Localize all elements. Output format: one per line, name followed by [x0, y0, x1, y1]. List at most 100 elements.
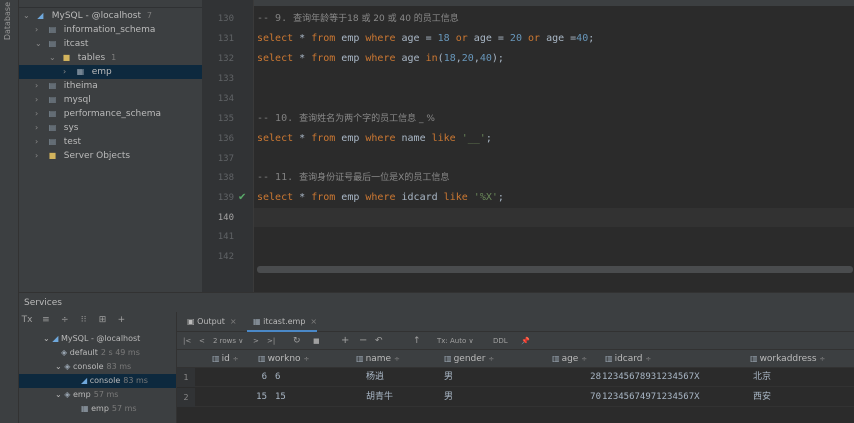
column-header-idcard[interactable]: ▥ idcard ÷ — [605, 350, 651, 368]
add-service-icon[interactable]: + — [113, 315, 129, 325]
revert-button[interactable]: ↶ — [375, 332, 383, 350]
code-line-139[interactable]: select * from emp where idcard like '%X'… — [257, 191, 504, 205]
cell-id[interactable]: 6 — [217, 368, 267, 387]
tree-node-label: MySQL - @localhost — [51, 11, 142, 21]
code-line-135[interactable]: -- 10. 查询姓名为两个字的员工信息 _ % — [257, 112, 435, 126]
chevron-down-icon[interactable]: ⌄ — [55, 362, 64, 371]
tree-node-itcast[interactable]: ⌄ ▤ itcast — [35, 37, 88, 51]
chevron-right-icon[interactable]: › — [63, 65, 72, 79]
chevron-down-icon[interactable]: ⌄ — [55, 390, 64, 399]
chevron-down-icon[interactable]: ⌄ — [49, 51, 58, 65]
table-row[interactable]: 2 15 15 胡青牛 男 70 12345674971234567X 西安 — [177, 388, 854, 407]
column-header-name[interactable]: ▥ name ÷ — [356, 350, 400, 368]
cell-idcard[interactable]: 12345678931234567X — [602, 368, 700, 387]
service-node-console-child[interactable]: ◢ console 83 ms — [19, 374, 176, 388]
first-page-button[interactable]: |< — [183, 332, 191, 350]
service-node-emp[interactable]: ⌄ ◈ emp 57 ms — [55, 388, 118, 402]
last-page-button[interactable]: >| — [267, 332, 275, 350]
close-icon[interactable]: × — [310, 317, 317, 326]
expand-all-icon[interactable]: ≡ — [38, 315, 54, 325]
database-tool-window-label[interactable]: Database — [3, 2, 15, 40]
tree-node-test[interactable]: › ▤ test — [35, 135, 81, 149]
column-header-workaddress[interactable]: ▥ workaddress ÷ — [750, 350, 825, 368]
code-line-138[interactable]: -- 11. 查询身份证号最后一位是X的员工信息 — [257, 171, 449, 185]
chevron-right-icon[interactable]: › — [35, 121, 44, 135]
submit-button[interactable]: ↑ — [413, 332, 421, 350]
tree-node-emp[interactable]: › ▦ emp — [19, 65, 202, 79]
chevron-right-icon[interactable]: › — [35, 107, 44, 121]
pin-icon[interactable]: 📌 — [521, 332, 530, 350]
services-tree: ⌄ ◢ MySQL - @localhost ◈ default 2 s 49 m… — [19, 331, 176, 423]
reload-button[interactable]: ↻ — [293, 332, 301, 350]
service-node-mysql[interactable]: ⌄ ◢ MySQL - @localhost — [43, 332, 140, 346]
service-node-console[interactable]: ⌄ ◈ console 83 ms — [55, 360, 131, 374]
code-line-131[interactable]: select * from emp where age = 18 or age … — [257, 32, 594, 46]
services-toolbar: Tx ≡ ÷ ⁝⁝ ⊞ + — [19, 315, 174, 331]
collapse-all-icon[interactable]: ÷ — [57, 315, 73, 325]
tree-node-performance-schema[interactable]: › ▤ performance_schema — [35, 107, 161, 121]
sort-icon[interactable]: ÷ — [303, 355, 309, 363]
code-line-130[interactable]: -- 9. 查询年龄等于18 或 20 或 40 的员工信息 — [257, 12, 459, 26]
next-page-button[interactable]: > — [253, 332, 259, 350]
column-header-gender[interactable]: ▥ gender ÷ — [444, 350, 494, 368]
sort-icon[interactable]: ÷ — [581, 355, 587, 363]
tree-node-itheima[interactable]: › ▤ itheima — [35, 79, 98, 93]
close-icon[interactable]: × — [230, 317, 237, 326]
chevron-down-icon[interactable]: ⌄ — [35, 37, 44, 51]
transaction-icon[interactable]: Tx — [19, 315, 35, 325]
editor-horizontal-scrollbar[interactable] — [257, 266, 853, 273]
sort-icon[interactable]: ÷ — [394, 355, 400, 363]
tab-output[interactable]: ▣ Output × — [181, 312, 237, 332]
group-icon[interactable]: ⁝⁝ — [76, 315, 92, 325]
cell-workaddress[interactable]: 北京 — [753, 368, 771, 387]
tree-node-mysql[interactable]: › ▤ mysql — [35, 93, 91, 107]
sql-editor[interactable]: 130 131 132 133 134 135 136 137 138 139 … — [202, 0, 854, 292]
column-header-workno[interactable]: ▥ workno ÷ — [258, 350, 309, 368]
ddl-button[interactable]: DDL — [493, 332, 508, 350]
cell-workaddress[interactable]: 西安 — [753, 388, 771, 407]
cell-gender[interactable]: 男 — [444, 388, 453, 407]
chevron-down-icon[interactable]: ⌄ — [43, 334, 52, 343]
cell-id[interactable]: 15 — [217, 388, 267, 407]
cell-workno[interactable]: 15 — [275, 388, 286, 407]
cell-age[interactable]: 28 — [547, 368, 601, 387]
chevron-right-icon[interactable]: › — [35, 93, 44, 107]
cell-idcard[interactable]: 12345674971234567X — [602, 388, 700, 407]
service-node-default[interactable]: ◈ default 2 s 49 ms — [61, 346, 140, 360]
service-node-emp-table[interactable]: ▦ emp 57 ms — [81, 402, 137, 416]
sort-icon[interactable]: ÷ — [645, 355, 651, 363]
cell-name[interactable]: 胡青牛 — [366, 388, 393, 407]
chevron-right-icon[interactable]: › — [35, 79, 44, 93]
tab-itcast-emp[interactable]: ▦ itcast.emp × — [247, 312, 318, 332]
cell-gender[interactable]: 男 — [444, 368, 453, 387]
sort-icon[interactable]: ÷ — [819, 355, 825, 363]
tree-node-information-schema[interactable]: › ▤ information_schema — [35, 23, 155, 37]
cell-name[interactable]: 杨逍 — [366, 368, 384, 387]
prev-page-button[interactable]: < — [199, 332, 205, 350]
code-line-132[interactable]: select * from emp where age in(18,20,40)… — [257, 52, 504, 66]
table-row[interactable]: 1 6 6 杨逍 男 28 12345678931234567X 北京 — [177, 368, 854, 387]
column-header-id[interactable]: ▥ id ÷ — [212, 350, 239, 368]
column-header-age[interactable]: ▥ age ÷ — [552, 350, 587, 368]
tree-node-server-objects[interactable]: › ■ Server Objects — [35, 149, 130, 163]
table-icon: ▦ — [76, 67, 85, 76]
chevron-right-icon[interactable]: › — [35, 23, 44, 37]
chevron-right-icon[interactable]: › — [35, 149, 44, 163]
sort-icon[interactable]: ÷ — [488, 355, 494, 363]
chevron-down-icon[interactable]: ⌄ — [23, 9, 32, 23]
add-row-button[interactable]: + — [341, 332, 349, 350]
rows-count-dropdown[interactable]: 2 rows ∨ — [213, 332, 243, 350]
tree-node-sys[interactable]: › ▤ sys — [35, 121, 78, 135]
cell-workno[interactable]: 6 — [275, 368, 280, 387]
layout-icon[interactable]: ⊞ — [95, 315, 111, 325]
tx-mode-dropdown[interactable]: Tx: Auto ∨ — [437, 332, 474, 350]
chevron-right-icon[interactable]: › — [35, 135, 44, 149]
tree-node-tables[interactable]: ⌄ ■ tables 1 — [49, 51, 116, 65]
cell-age[interactable]: 70 — [547, 388, 601, 407]
stop-button[interactable]: ■ — [313, 332, 320, 350]
sort-icon[interactable]: ÷ — [233, 355, 239, 363]
mysql-datasource-icon: ◢ — [52, 334, 61, 343]
code-line-136[interactable]: select * from emp where name like '__'; — [257, 132, 492, 146]
remove-row-button[interactable]: − — [359, 332, 367, 350]
tree-node-mysql-localhost[interactable]: ⌄ ◢ MySQL - @localhost 7 — [23, 9, 152, 23]
